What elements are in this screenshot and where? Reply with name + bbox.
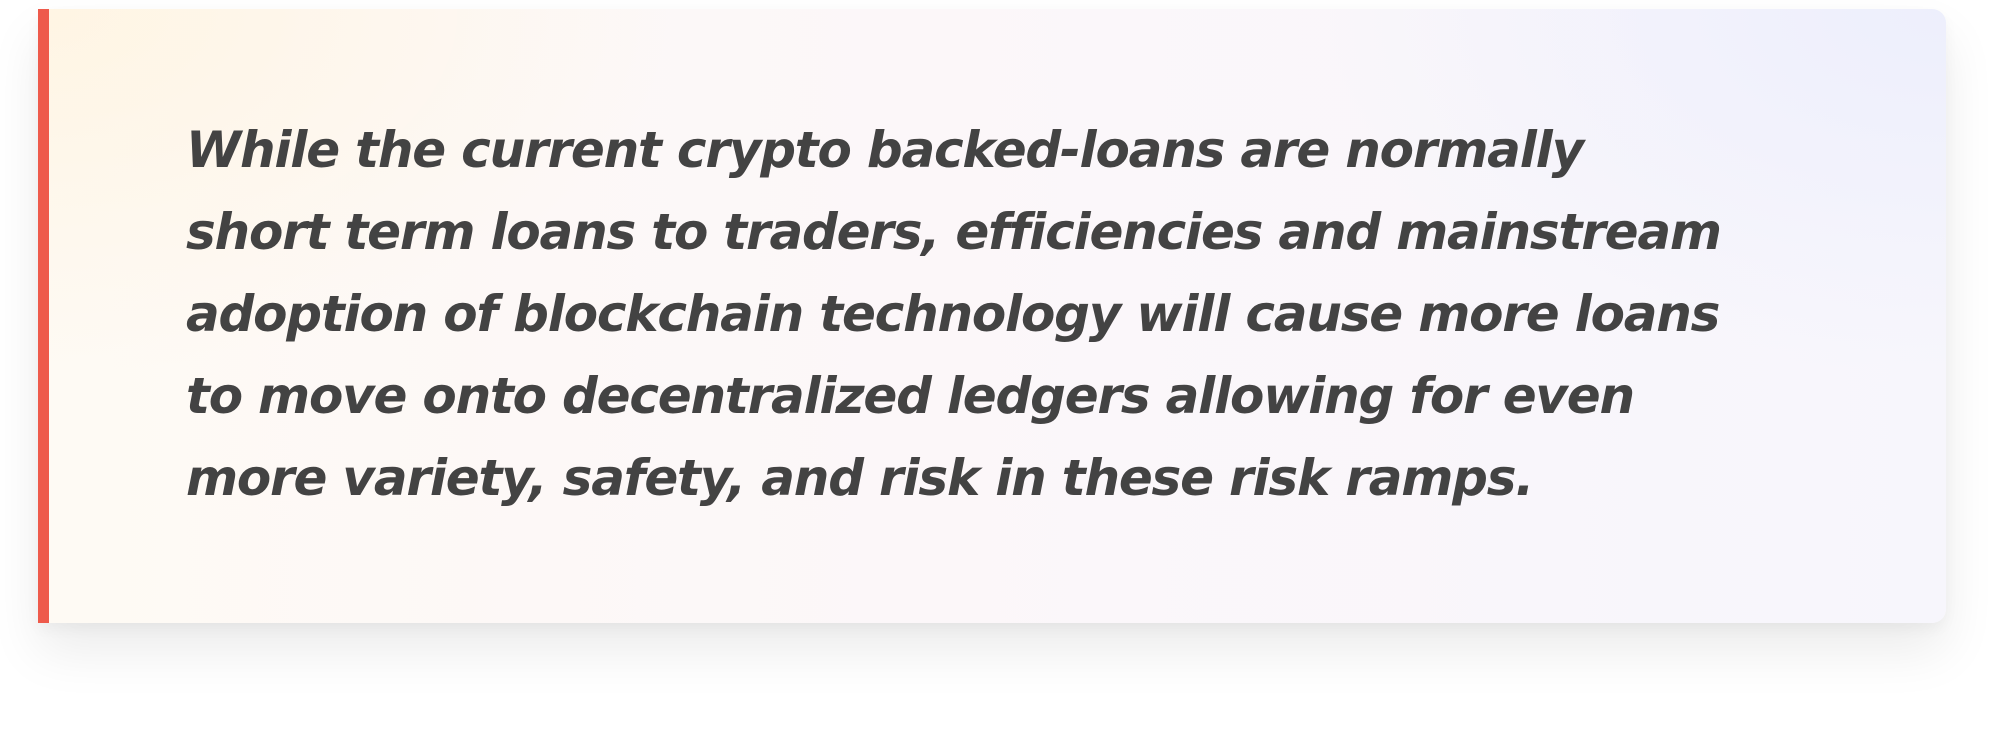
quote-line: adoption of blockchain technology will c… [186, 285, 1720, 343]
quote-line: more variety, safety, and risk in these … [186, 449, 1534, 507]
quote-accent-bar [38, 9, 49, 623]
pull-quote-card: While the current crypto backed-loans ar… [38, 9, 1946, 623]
quote-line: While the current crypto backed-loans ar… [186, 121, 1584, 179]
quote-line: short term loans to traders, efficiencie… [186, 203, 1722, 261]
quote-line: to move onto decentralized ledgers allow… [186, 367, 1635, 425]
quote-text: While the current crypto backed-loans ar… [186, 109, 1826, 519]
